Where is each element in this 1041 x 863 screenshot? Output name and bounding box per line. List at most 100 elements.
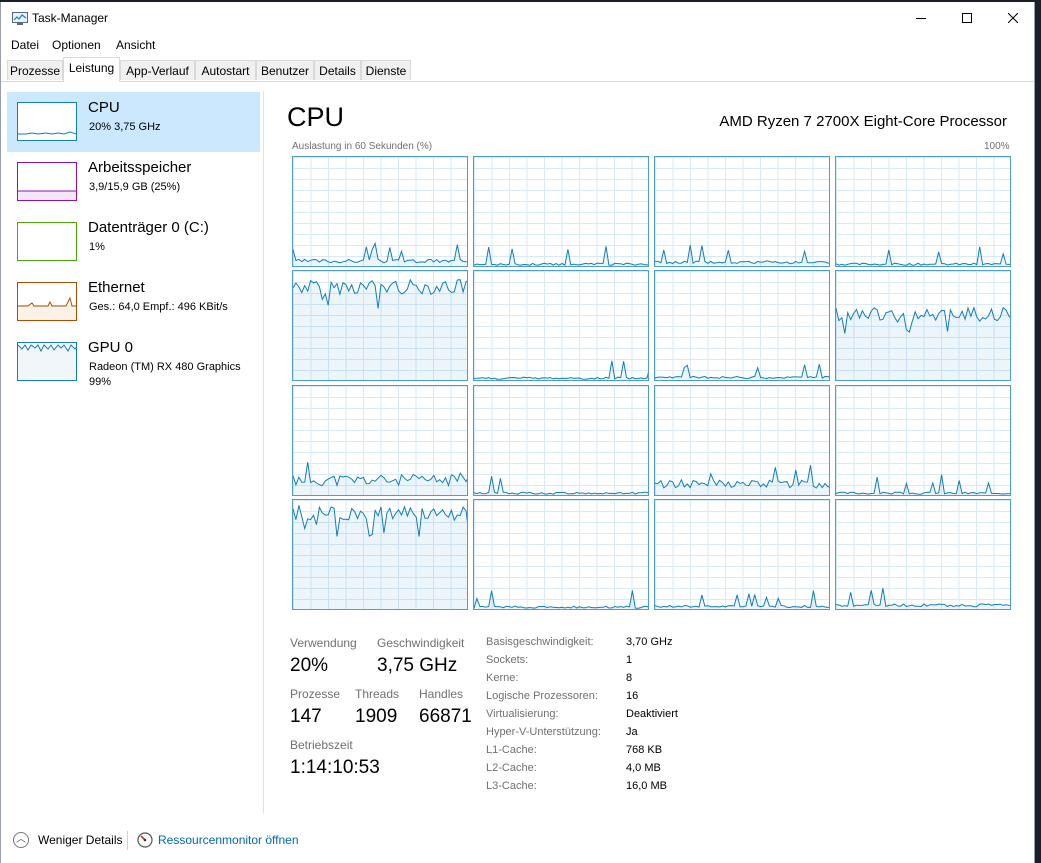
sidebar-item-title: GPU 0 [88,339,134,356]
tab-leistung[interactable]: Leistung [63,57,120,82]
maximize-button[interactable] [944,2,990,34]
info-label-cores: Kerne: [486,672,519,684]
task-manager-icon [12,12,28,25]
tab-app-verlauf[interactable]: App-Verlauf [120,60,195,80]
cpu-load-line [474,590,648,609]
cpu-load-area [836,588,1010,609]
resource-monitor-icon [137,832,153,848]
cpu-load-line-chart [836,474,1010,495]
gpu-model: Radeon (TM) RX 480 Graphics [89,361,241,373]
cpu-load-area [293,279,467,380]
cpu-load-line [836,246,1010,266]
page-title: CPU [287,102,345,132]
logical-processor-graphs [292,156,1011,610]
info-label-l2-cache: L2-Cache: [486,762,537,774]
info-label-l1-cache: L1-Cache: [486,744,537,756]
info-value-base-speed: 3,70 GHz [626,636,673,648]
handles-label: Handles [419,687,464,701]
close-button[interactable] [990,2,1036,34]
cpu-load-area [293,505,467,609]
threads-label: Threads [355,687,400,701]
logical-processor-graph [835,270,1011,381]
footer-divider [127,831,128,850]
logical-processor-graph [835,499,1011,610]
cpu-load-line-chart [655,465,829,495]
processes-label: Prozesse [290,687,341,701]
logical-processor-graph [292,499,468,610]
footer-bar: ︿ Weniger Details Ressourcenmonitor öffn… [1,824,1034,857]
info-label-hyper-v: Hyper-V-Unterstützung: [486,726,601,738]
sidebar-item-ethernet[interactable]: Ethernet Ges.: 64,0 Empf.: 496 KBit/s [7,272,260,332]
sidebar-item-title: CPU [88,99,120,116]
cpu-load-line-chart [293,505,467,609]
maximize-icon [962,13,972,23]
sidebar-item-memory[interactable]: Arbeitsspeicher 3,9/15,9 GB (25%) [7,152,260,212]
tab-prozesse[interactable]: Prozesse [7,60,63,80]
info-label-logical-processors: Logische Prozessoren: [486,690,598,702]
logical-processor-graph [835,385,1011,496]
tab-autostart[interactable]: Autostart [195,60,256,80]
info-value-cores: 8 [626,672,633,684]
info-value-virtualization: Deaktiviert [626,708,678,720]
sidebar-item-title: Ethernet [88,279,145,296]
minimize-button[interactable] [898,2,944,34]
logical-processor-graph [654,270,830,381]
cpu-load-line-chart [836,246,1010,266]
cpu-load-line [293,241,467,264]
ethernet-thumbnail-graph [17,282,77,321]
logical-processor-graph [473,385,649,496]
cpu-load-line [836,474,1010,495]
cpu-load-line-chart [293,462,467,495]
menu-optionen[interactable]: Optionen [52,38,101,52]
speed-label: Geschwindigkeit [377,636,465,650]
cpu-load-line-chart [655,364,829,380]
info-label-virtualization: Virtualisierung: [486,708,559,720]
performance-sidebar: CPU 20% 3,75 GHz Arbeitsspeicher 3,9/15,… [1,91,264,813]
tab-details[interactable]: Details [314,60,361,80]
logical-processor-graph [654,385,830,496]
window-title: Task-Manager [32,11,109,25]
logical-processor-graph [292,270,468,381]
task-manager-window: Task-Manager Datei Optionen Ansicht Proz… [0,2,1035,863]
cpu-load-line-chart [655,245,829,266]
sidebar-item-cpu[interactable]: CPU 20% 3,75 GHz [7,92,260,152]
info-value-hyper-v: Ja [626,726,638,738]
sidebar-item-title: Arbeitsspeicher [88,159,192,176]
cpu-load-area [293,243,467,266]
tab-benutzer[interactable]: Benutzer [256,60,314,80]
cpu-load-line-chart [474,246,648,266]
sidebar-item-title: Datenträger 0 (C:) [88,219,209,236]
graph-label: Auslastung in 60 Sekunden (%) [292,141,433,152]
cpu-load-line-chart [474,590,648,609]
logical-processor-graph [473,156,649,267]
logical-processor-graph [654,499,830,610]
cpu-load-line-chart [836,306,1010,380]
info-label-base-speed: Basisgeschwindigkeit: [486,636,594,648]
info-value-logical-processors: 16 [626,690,639,702]
minimize-icon [916,18,926,19]
sidebar-item-sub: Radeon (TM) RX 480 Graphics 99% [89,360,241,390]
chevron-up-icon[interactable]: ︿ [13,832,29,848]
tab-bar: Prozesse Leistung App-Verlauf Autostart … [1,57,1034,82]
cpu-load-line [655,590,829,609]
processor-name: AMD Ryzen 7 2700X Eight-Core Processor [719,113,1007,130]
title-bar[interactable]: Task-Manager [1,2,1034,34]
uptime-value: 1:14:10:53 [290,757,380,778]
cpu-load-line-chart [293,241,467,266]
sidebar-item-sub: 3,9/15,9 GB (25%) [89,181,181,193]
menu-ansicht[interactable]: Ansicht [116,38,155,52]
cpu-load-line-chart [293,278,467,380]
info-label-sockets: Sockets: [486,654,529,666]
fewer-details-button[interactable]: Weniger Details [38,833,122,847]
graph-max-label: 100% [984,141,1010,152]
info-value-l2-cache: 4,0 MB [626,762,661,774]
logical-processor-graph [473,270,649,381]
resource-monitor-link[interactable]: Ressourcenmonitor öffnen [158,833,299,847]
tab-dienste[interactable]: Dienste [361,60,411,80]
sidebar-item-disk[interactable]: Datenträger 0 (C:) 1% [7,212,260,272]
sidebar-item-sub: Ges.: 64,0 Empf.: 496 KBit/s [89,301,228,313]
menu-datei[interactable]: Datei [11,38,39,52]
processes-value: 147 [290,706,322,727]
sidebar-item-gpu[interactable]: GPU 0 Radeon (TM) RX 480 Graphics 99% [7,332,260,392]
info-value-l1-cache: 768 KB [626,744,663,756]
